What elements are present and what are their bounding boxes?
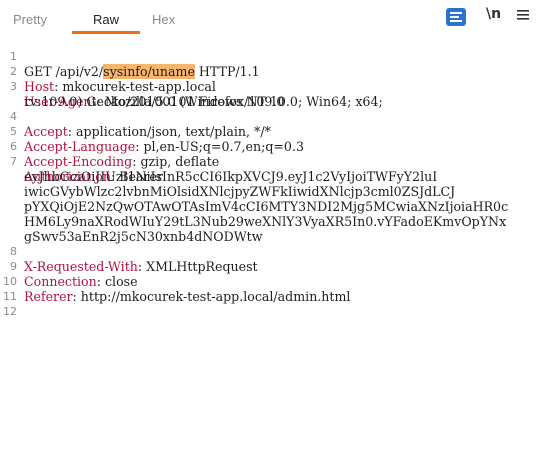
code-line-wrapped: eyJhbGciOiJIUzI1NiIsInR5cCI6IkpXVCJ9.eyJ… bbox=[0, 154, 548, 184]
code-line: 11 bbox=[0, 274, 548, 303]
newline-icon[interactable]: \n bbox=[486, 6, 501, 22]
code-line-wrapped: iwicGVybWlzc2lvbnMiOlsidXNlcjpyZWFkIiwid… bbox=[0, 169, 548, 199]
code-line: 3 User-Agent: Mozilla/5.0 (Windows NT 10… bbox=[0, 64, 548, 109]
code-line-wrapped: gSwv53aEnR2j5cN30xnb4dNODWtw bbox=[0, 214, 548, 244]
code-line: 2 Host: mkocurek-test-app.local bbox=[0, 49, 548, 94]
code-line: 9 Connection: close bbox=[0, 244, 548, 289]
code-line: 1 GET /api/v2/sysinfo/uname HTTP/1.1 bbox=[0, 34, 548, 79]
code-line: 8 X-Requested-With: XMLHttpRequest bbox=[0, 229, 548, 274]
code-line: 12 bbox=[0, 289, 548, 318]
code-line: 5 Accept-Language: pl,en-US;q=0.7,en;q=0… bbox=[0, 109, 548, 154]
format-icon[interactable] bbox=[446, 8, 466, 26]
code-line-wrapped: pYXQiOjE2NzQwOTAwOTAsImV4cCI6MTY3NDI2Mjg… bbox=[0, 184, 548, 214]
line-number: 12 bbox=[3, 305, 17, 318]
code-line: 7 Authorization: Bearer bbox=[0, 139, 548, 184]
tab-pretty[interactable]: Pretty bbox=[13, 0, 47, 34]
raw-request-editor[interactable]: 1 GET /api/v2/sysinfo/uname HTTP/1.1 2 H… bbox=[0, 34, 548, 455]
tab-raw[interactable]: Raw bbox=[72, 0, 140, 34]
code-line-wrapped: HM6Ly9naXRodWIuY29tL3Nub29weXNlY3VyaXR5I… bbox=[0, 199, 548, 229]
code-line-wrapped: rv:109.0) Gecko/20100101 Firefox/109.0 bbox=[0, 79, 548, 109]
code-line: 4 Accept: application/json, text/plain, … bbox=[0, 94, 548, 139]
menu-icon[interactable] bbox=[516, 8, 530, 22]
code-line: 6 Accept-Encoding: gzip, deflate bbox=[0, 124, 548, 169]
tab-hex[interactable]: Hex bbox=[152, 0, 175, 34]
code-line: 10 Referer: http://mkocurek-test-app.loc… bbox=[0, 259, 548, 304]
message-tab-bar: Pretty Raw Hex \n bbox=[0, 0, 548, 34]
